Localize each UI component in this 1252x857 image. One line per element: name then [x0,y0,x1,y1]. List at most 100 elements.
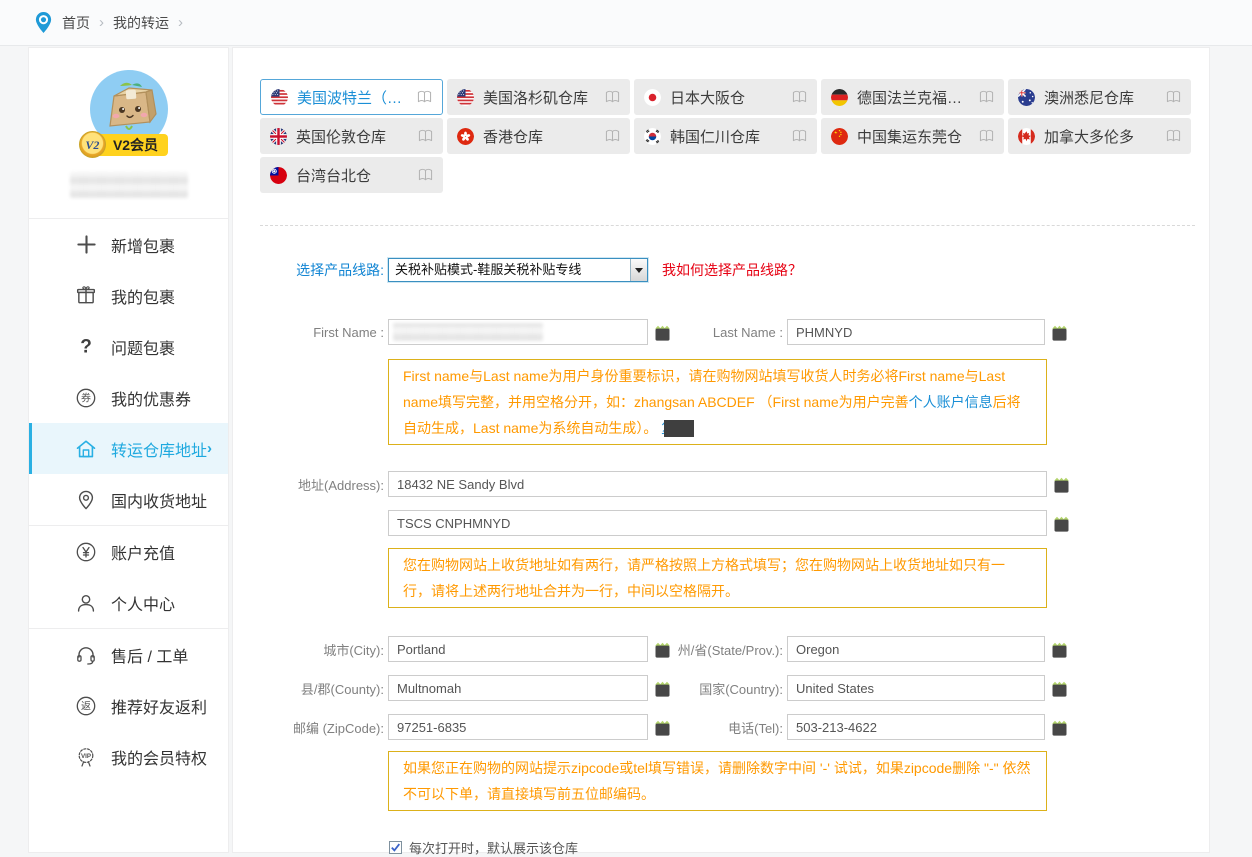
sidebar-item-my-packages[interactable]: 我的包裹 [29,270,228,321]
svg-text:?: ? [80,336,92,357]
copy-icon[interactable] [654,679,671,698]
flag-cn-icon [831,128,848,145]
username-redacted [70,172,188,198]
zip-label: 邮编 (ZipCode): [260,718,384,737]
sidebar-item-vip-privileges[interactable]: VIP 我的会员特权 [29,731,228,782]
address-row-2 [260,510,1209,536]
product-line-row: 选择产品线路: 关税补贴模式-鞋服关税补贴专线 我如何选择产品线路？ [260,258,1209,282]
breadcrumb-bar: 首页 › 我的转运 › [0,0,1252,46]
last-name-input[interactable] [787,319,1045,345]
warehouse-tab-kr-incheon[interactable]: 韩国仁川仓库 [634,118,817,154]
sidebar: V2 V2会员 新增包裹我的包裹?问题包裹券我的优惠券转运仓库地址› 国内收货地址… [28,47,229,853]
breadcrumb-home[interactable]: 首页 [62,13,90,33]
sidebar-item-label: 售后 / 工单 [111,643,188,667]
product-line-help-link[interactable]: 我如何选择产品线路？ [662,260,802,280]
address-book-icon[interactable] [792,129,807,143]
sidebar-item-label: 账户充值 [111,540,175,564]
copy-icon[interactable] [1053,475,1070,494]
sidebar-item-problem-packages[interactable]: ?问题包裹 [29,321,228,372]
address-book-icon[interactable] [1166,90,1181,104]
svg-text:VIP: VIP [81,753,91,760]
breadcrumb: 首页 › 我的转运 › [34,11,183,34]
copy-icon[interactable] [1051,640,1068,659]
flag-tw-icon [270,167,287,184]
svg-text:券: 券 [81,391,91,404]
warehouse-tab-label: 台湾台北仓 [296,165,412,186]
sidebar-item-account-recharge[interactable]: 账户充值 [29,526,228,577]
sidebar-item-add-package[interactable]: 新增包裹 [29,219,228,270]
sidebar-item-label: 个人中心 [111,591,175,615]
sidebar-item-label: 我的会员特权 [111,745,207,769]
warehouse-tab-tw-taipei[interactable]: 台湾台北仓 [260,157,443,193]
copy-icon[interactable] [1051,323,1068,342]
warehouse-tab-us-portland[interactable]: 美国波特兰（免... [260,79,443,115]
flag-gb-icon [270,128,287,145]
copy-icon[interactable] [1053,514,1070,533]
flag-us-icon [457,89,474,106]
warehouse-tab-label: 美国波特兰（免... [297,87,411,108]
address-book-icon[interactable] [418,168,433,182]
warehouse-tab-au-sydney[interactable]: 澳洲悉尼仓库 [1008,79,1191,115]
warehouse-tab-ca-toronto[interactable]: 加拿大多伦多 [1008,118,1191,154]
default-warehouse-checkbox[interactable] [389,841,402,854]
vip-icon: VIP [74,746,98,768]
country-input[interactable] [787,675,1045,701]
name-tip-box: First name与Last name为用户身份重要标识，请在购物网站填写收货… [388,359,1047,445]
product-line-select[interactable]: 关税补贴模式-鞋服关税补贴专线 [388,258,648,282]
sidebar-item-personal-center[interactable]: 个人中心 [29,577,228,628]
address-book-icon[interactable] [605,90,620,104]
sidebar-item-my-coupons[interactable]: 券我的优惠券 [29,372,228,423]
warehouse-tab-cn-dongguan[interactable]: 中国集运东莞仓 [821,118,1004,154]
warehouse-tab-us-la[interactable]: 美国洛杉矶仓库 [447,79,630,115]
address-book-icon[interactable] [417,90,432,104]
address-book-icon[interactable] [1166,129,1181,143]
address-book-icon[interactable] [979,90,994,104]
sidebar-item-warehouse-address[interactable]: 转运仓库地址› [29,423,228,474]
state-input[interactable] [787,636,1045,662]
city-input[interactable] [388,636,648,662]
account-info-link[interactable]: 个人账户信息 [909,394,993,410]
name-row: First Name : Last Name : [260,319,1209,345]
sidebar-menu: 新增包裹我的包裹?问题包裹券我的优惠券转运仓库地址› 国内收货地址账户充值个人中心… [29,219,228,782]
warehouse-tab-de-frankfurt[interactable]: 德国法兰克福仓库 [821,79,1004,115]
sidebar-item-referral-rebate[interactable]: 返推荐好友返利 [29,680,228,731]
sidebar-item-domestic-address[interactable]: 国内收货地址 [29,474,228,525]
vip-badge[interactable]: V2 V2会员 [89,134,168,156]
tel-input[interactable] [787,714,1045,740]
flag-us-icon [271,89,288,106]
package-icon [74,285,98,307]
address-line2-input[interactable] [388,510,1047,536]
city-label: 城市(City): [260,640,384,659]
address-book-icon[interactable] [979,129,994,143]
dropdown-arrow-icon[interactable] [630,259,647,281]
sidebar-item-aftersales-ticket[interactable]: 售后 / 工单 [29,629,228,680]
copy-icon[interactable] [654,640,671,659]
warehouse-tab-hk[interactable]: 香港仓库 [447,118,630,154]
copy-icon[interactable] [654,718,671,737]
warehouse-tab-label: 英国伦敦仓库 [296,126,412,147]
svg-text:返: 返 [81,700,91,712]
copy-icon[interactable] [1051,718,1068,737]
warehouse-tab-label: 韩国仁川仓库 [670,126,786,147]
vip-badge-label: V2会员 [113,137,158,153]
address-book-icon[interactable] [605,129,620,143]
breadcrumb-chevron-icon: › [99,14,104,31]
copy-icon[interactable] [654,323,671,342]
sidebar-item-label: 国内收货地址 [111,488,207,512]
copy-icon[interactable] [1051,679,1068,698]
breadcrumb-current[interactable]: 我的转运 [113,13,169,33]
warehouse-tab-uk-london[interactable]: 英国伦敦仓库 [260,118,443,154]
address-book-icon[interactable] [792,90,807,104]
address-book-icon[interactable] [418,129,433,143]
warehouse-tabs: 美国波特兰（免... 美国洛杉矶仓库日本大阪仓德国法兰克福仓库澳洲悉尼仓库英国伦敦… [260,79,1202,196]
flag-jp-icon [644,89,661,106]
county-input[interactable] [388,675,648,701]
breadcrumb-chevron-icon: › [178,14,183,31]
state-label: 州/省(State/Prov.): [671,640,783,659]
flag-kr-icon [644,128,661,145]
zip-input[interactable] [388,714,648,740]
address-line1-input[interactable] [388,471,1047,497]
default-warehouse-label: 每次打开时，默认展示该仓库 [409,838,578,857]
address-label: 地址(Address): [260,475,384,494]
warehouse-tab-jp-osaka[interactable]: 日本大阪仓 [634,79,817,115]
